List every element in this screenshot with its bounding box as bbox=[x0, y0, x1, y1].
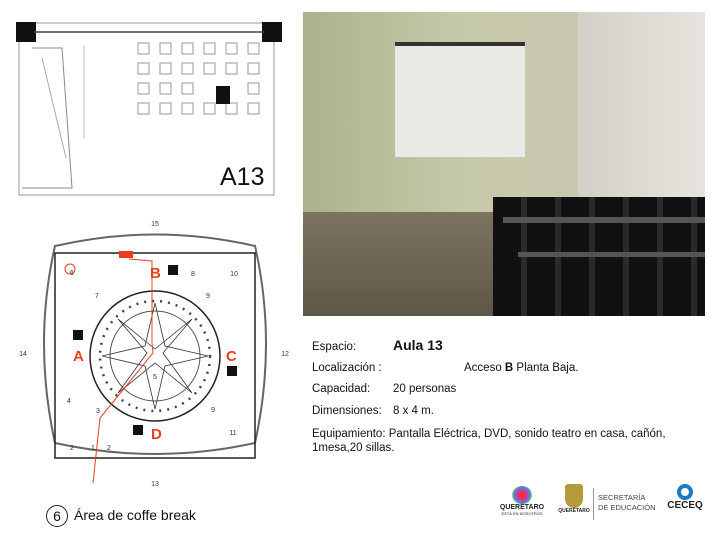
dimensiones-label: Dimensiones: bbox=[312, 405, 382, 417]
dimensiones-value: 8 x 4 m. bbox=[393, 405, 434, 417]
zone-number: 1 bbox=[91, 445, 95, 452]
legend-number: 6 bbox=[46, 505, 68, 527]
espacio-value: Aula 13 bbox=[393, 337, 443, 353]
building-floor-plan: 15 14 12 13 10 9 8 7 6 5 4 3 2 1 2 9 11 … bbox=[19, 221, 289, 488]
espacio-label: Espacio: bbox=[312, 341, 357, 353]
access-a: A bbox=[73, 348, 84, 365]
zone-12: 12 bbox=[281, 351, 289, 358]
zone-number: 7 bbox=[95, 293, 99, 300]
zone-number: 4 bbox=[67, 398, 71, 405]
zone-number: 6 bbox=[70, 270, 74, 277]
classroom-photo bbox=[303, 12, 705, 316]
localizacion-value: Acceso B Planta Baja. bbox=[464, 362, 579, 374]
zone-number: 9 bbox=[211, 407, 215, 414]
capacidad-value: 20 personas bbox=[393, 383, 457, 395]
zone-number: 10 bbox=[230, 271, 238, 278]
localizacion-label: Localización : bbox=[312, 362, 382, 374]
secretaria-logo: SECRETARÍA DE EDUCACIÓN bbox=[598, 493, 656, 512]
queretaro-logo: QUERÉTARO ESTÁ EN NOSOTROS bbox=[492, 486, 552, 516]
access-c: C bbox=[226, 348, 237, 365]
zone-number: 2 bbox=[107, 445, 111, 452]
equipamiento: Equipamiento: Pantalla Eléctrica, DVD, s… bbox=[312, 428, 666, 454]
zone-number: 3 bbox=[96, 408, 100, 415]
ceceq-logo: CECEQ bbox=[662, 484, 708, 511]
access-d: D bbox=[151, 426, 162, 443]
zone-15: 15 bbox=[151, 221, 159, 228]
access-b: B bbox=[150, 265, 161, 282]
zone-number: 5 bbox=[153, 374, 157, 381]
zone-14: 14 bbox=[19, 351, 27, 358]
zone-13: 13 bbox=[151, 481, 159, 488]
divider bbox=[593, 488, 594, 520]
room-label: A13 bbox=[220, 163, 265, 191]
zone-number: 11 bbox=[229, 430, 236, 437]
legend-text: Área de coffe break bbox=[74, 507, 196, 523]
zone-number: 8 bbox=[191, 271, 195, 278]
zone-number: 2 bbox=[70, 445, 74, 452]
zone-number: 9 bbox=[206, 293, 210, 300]
gobierno-logo: QUERÉTARO bbox=[556, 484, 592, 514]
capacidad-label: Capacidad: bbox=[312, 383, 371, 395]
